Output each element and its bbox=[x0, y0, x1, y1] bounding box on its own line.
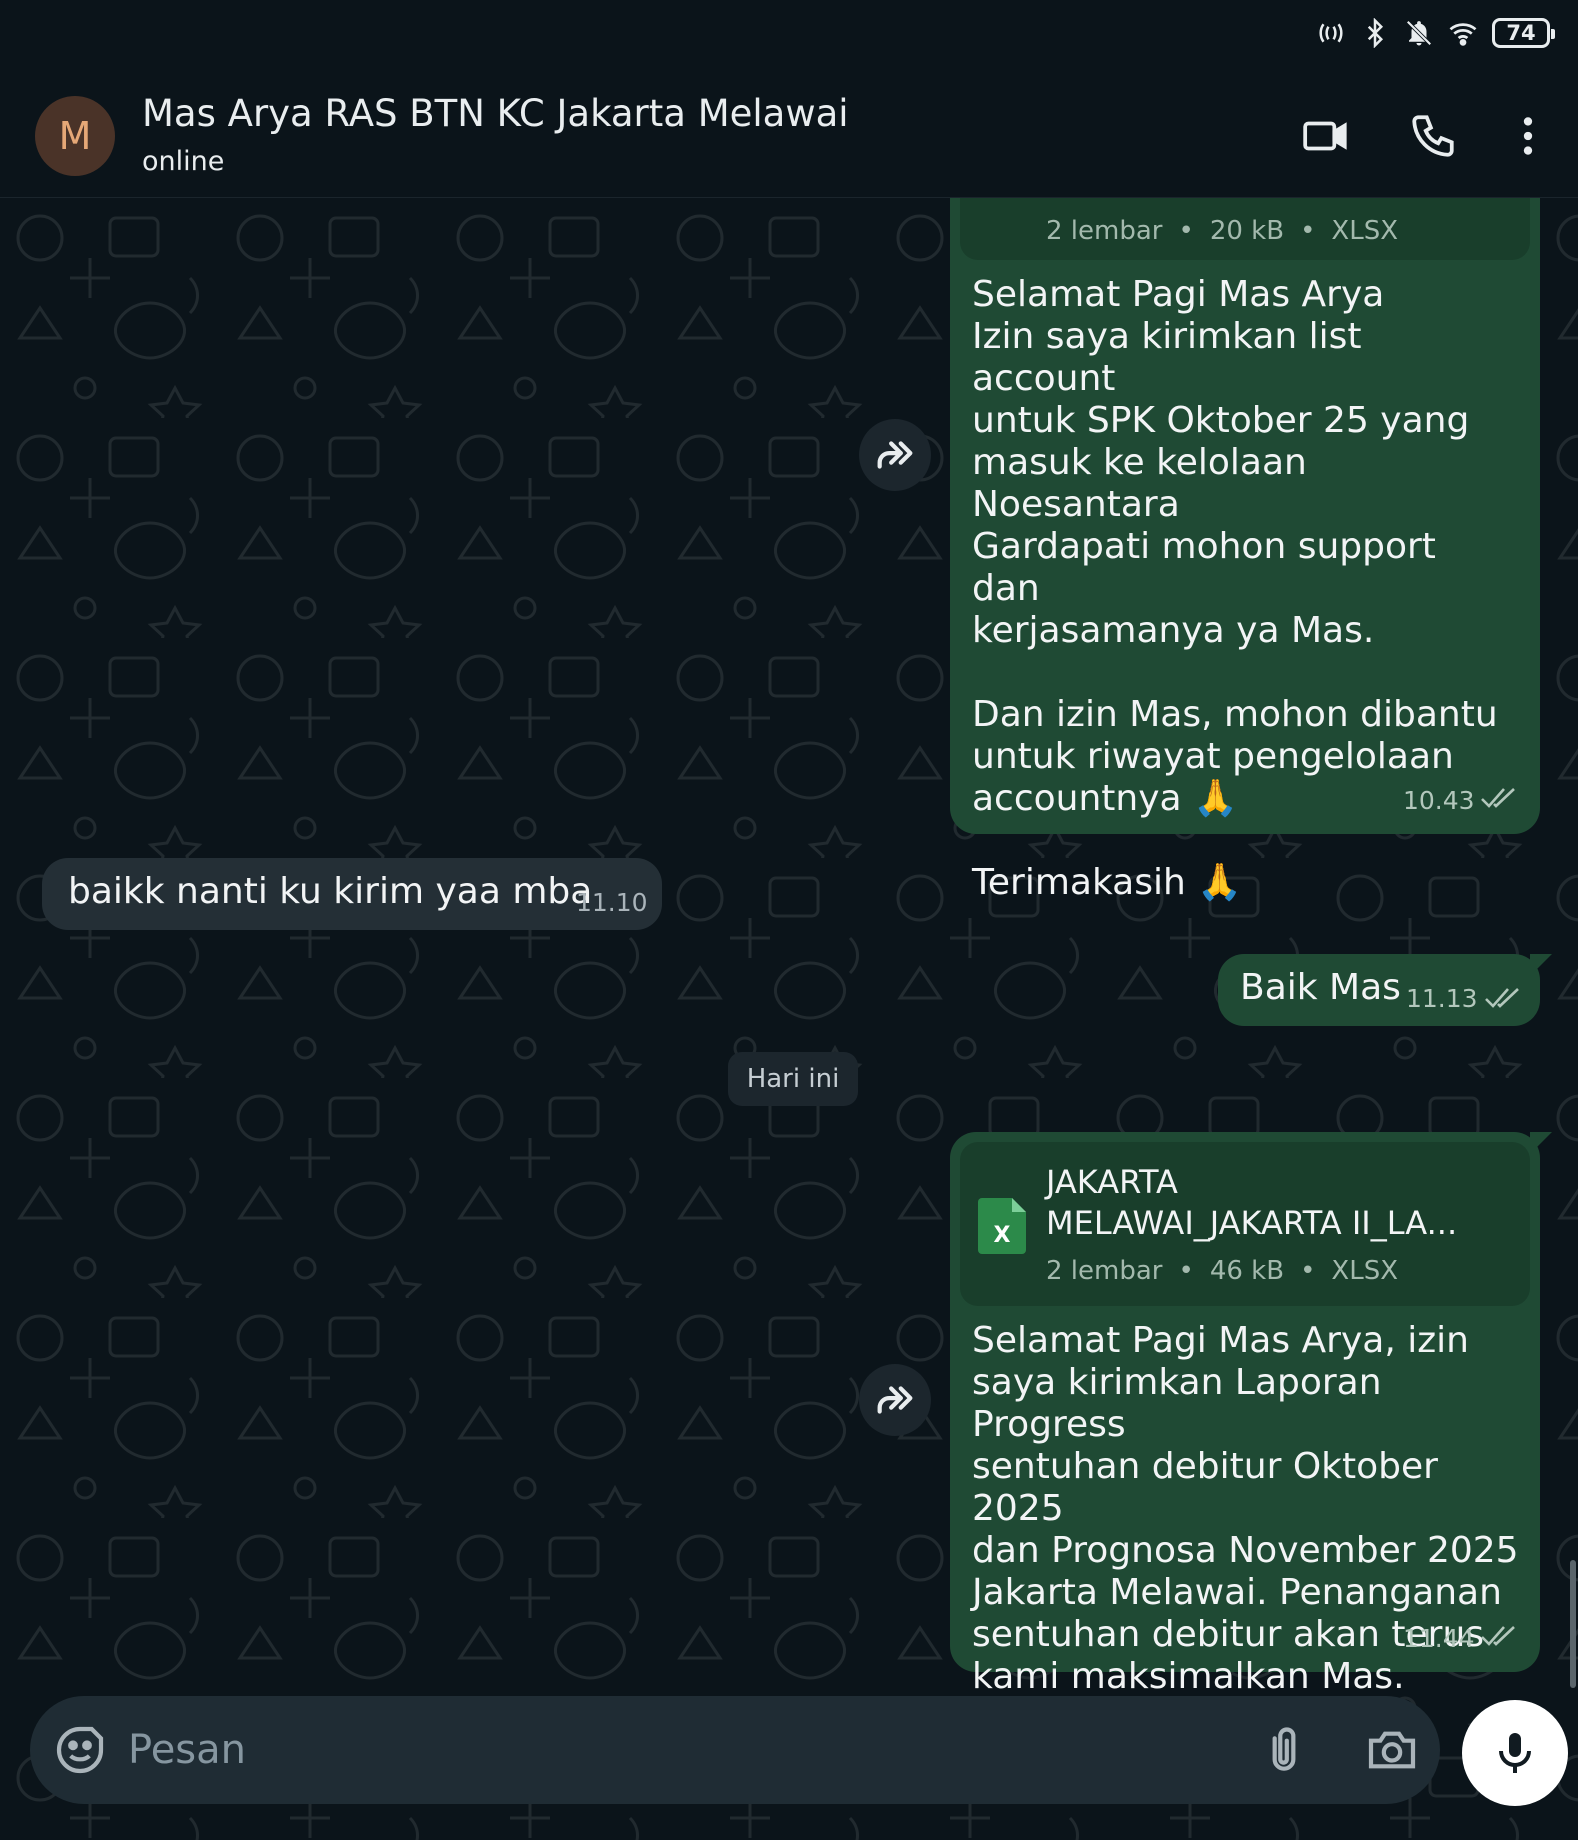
message-bubble-outgoing[interactable]: 2 lembar • 20 kB • XLSX Selamat Pagi Mas… bbox=[950, 198, 1540, 903]
message-text: Selamat Pagi Mas Arya, izin saya kirimka… bbox=[972, 1320, 1519, 1739]
message-input[interactable] bbox=[128, 1720, 1178, 1780]
bubble-tail bbox=[1530, 954, 1552, 976]
doc-size: 20 kB bbox=[1209, 216, 1285, 246]
document-meta: 2 lembar • 20 kB • XLSX bbox=[1046, 216, 1398, 246]
bluetooth-icon bbox=[1367, 18, 1384, 48]
read-ticks-icon bbox=[1481, 788, 1515, 808]
microphone-icon bbox=[1499, 1733, 1531, 1773]
scrollbar-thumb[interactable] bbox=[1570, 1560, 1576, 1688]
doc-type: XLSX bbox=[1331, 216, 1399, 246]
message-time: 11.13 bbox=[1406, 984, 1478, 1013]
document-name-line1: JAKARTA bbox=[1046, 1163, 1178, 1201]
doc-size: 46 kB bbox=[1209, 1256, 1285, 1286]
camera-icon[interactable] bbox=[1364, 1722, 1420, 1778]
battery-indicator: 74 bbox=[1492, 18, 1555, 48]
forward-icon bbox=[877, 441, 913, 469]
status-bar: 74 bbox=[0, 0, 1578, 70]
voice-record-button[interactable] bbox=[1462, 1700, 1568, 1806]
doc-pages: 2 lembar bbox=[1046, 216, 1163, 246]
message-bubble-outgoing[interactable]: X JAKARTA MELAWAI_JAKARTA II_LA... 2 lem… bbox=[950, 1132, 1540, 1739]
forward-button[interactable] bbox=[859, 1364, 931, 1436]
document-meta: 2 lembar • 46 kB • XLSX bbox=[1046, 1256, 1398, 1286]
chat-header: M Mas Arya RAS BTN KC Jakarta Melawai on… bbox=[0, 70, 1578, 198]
xlsx-icon: X bbox=[978, 1198, 1026, 1254]
document-attachment[interactable]: X JAKARTA MELAWAI_JAKARTA II_LA... 2 lem… bbox=[960, 1142, 1530, 1306]
doc-pages: 2 lembar bbox=[1046, 1256, 1163, 1286]
doc-separator: • bbox=[1300, 1256, 1316, 1286]
bell-off-icon bbox=[1406, 20, 1432, 46]
message-time: 11.44 bbox=[1403, 1624, 1475, 1653]
doc-type: XLSX bbox=[1331, 1256, 1399, 1286]
message-text: baikk nanti ku kirim yaa mba bbox=[68, 871, 593, 912]
forward-button[interactable] bbox=[859, 419, 931, 491]
message-time: 10.43 bbox=[1403, 786, 1475, 815]
doc-separator: • bbox=[1300, 216, 1316, 246]
message-bubble-outgoing[interactable]: Baik Mas 11.13 bbox=[1218, 954, 1540, 1026]
avatar[interactable]: M bbox=[35, 96, 115, 176]
video-camera-icon bbox=[1303, 121, 1347, 151]
video-call-button[interactable] bbox=[1298, 108, 1354, 164]
document-name-line2: MELAWAI_JAKARTA II_LA... bbox=[1046, 1204, 1458, 1242]
document-attachment[interactable]: 2 lembar • 20 kB • XLSX bbox=[960, 198, 1530, 260]
nfc-icon bbox=[1319, 23, 1343, 43]
bubble-tail bbox=[1530, 1132, 1552, 1154]
date-divider: Hari ini bbox=[728, 1052, 858, 1106]
chat-area[interactable]: 2 lembar • 20 kB • XLSX Selamat Pagi Mas… bbox=[0, 198, 1578, 1840]
doc-separator: • bbox=[1178, 1256, 1194, 1286]
message-text: Baik Mas bbox=[1240, 967, 1401, 1008]
phone-icon bbox=[1412, 115, 1454, 157]
doc-separator: • bbox=[1178, 216, 1194, 246]
contact-name[interactable]: Mas Arya RAS BTN KC Jakarta Melawai bbox=[142, 92, 849, 135]
more-options-button[interactable] bbox=[1500, 108, 1556, 164]
read-ticks-icon bbox=[1485, 988, 1519, 1008]
wifi-icon bbox=[1449, 23, 1477, 46]
contact-status: online bbox=[142, 146, 225, 177]
message-composer bbox=[30, 1696, 1440, 1804]
attach-paperclip-icon[interactable] bbox=[1256, 1722, 1312, 1778]
message-bubble-incoming[interactable]: baikk nanti ku kirim yaa mba 11.10 bbox=[42, 858, 662, 930]
message-time: 11.10 bbox=[576, 888, 648, 917]
forward-icon bbox=[877, 1386, 913, 1414]
status-icons: 74 bbox=[1316, 18, 1555, 48]
voice-call-button[interactable] bbox=[1405, 108, 1461, 164]
read-ticks-icon bbox=[1481, 1626, 1515, 1646]
more-vertical-icon bbox=[1523, 117, 1533, 155]
emoji-sticker-icon[interactable] bbox=[52, 1722, 108, 1778]
svg-text:X: X bbox=[994, 1223, 1011, 1248]
